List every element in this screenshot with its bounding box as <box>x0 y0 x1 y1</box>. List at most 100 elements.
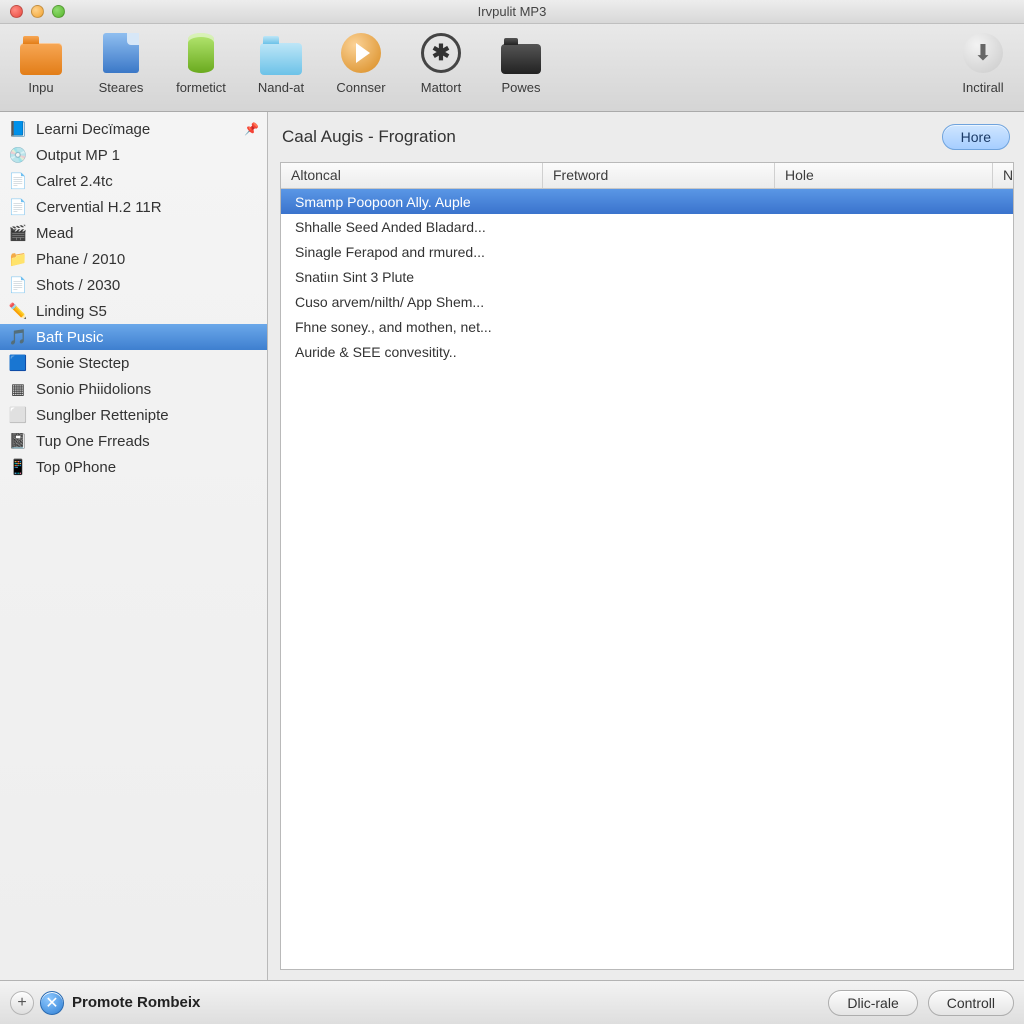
sidebar-icon: 📘 <box>8 120 28 138</box>
remove-button[interactable]: ✕ <box>40 991 64 1015</box>
sidebar-icon: 📄 <box>8 198 28 216</box>
window-title: Irvpulit MP3 <box>0 4 1024 19</box>
column-header[interactable]: Altoncal <box>281 163 543 188</box>
download-icon: ⬇ <box>960 30 1006 76</box>
column-header[interactable]: Fretword <box>543 163 775 188</box>
sidebar-item-label: Phane / 2010 <box>36 251 125 268</box>
sidebar-item-6[interactable]: 📄Shots / 2030 <box>0 272 267 298</box>
sidebar-icon: 🟦 <box>8 354 28 372</box>
toolbar-item-formetict[interactable]: formetict <box>166 30 236 95</box>
toolbar-label: Powes <box>501 80 540 95</box>
toolbar-item-steares[interactable]: Steares <box>86 30 156 95</box>
sidebar-icon: 🎵 <box>8 328 28 346</box>
promote-label: Promote Rombeix <box>72 994 200 1011</box>
sidebar-item-label: Linding S5 <box>36 303 107 320</box>
table-row[interactable]: Auride & SEE convesitity.. <box>281 339 1013 364</box>
sidebar-item-label: Sunglber Rettenipte <box>36 407 169 424</box>
toolbar-label: Nand-at <box>258 80 304 95</box>
sidebar-item-10[interactable]: ▦ Sonio Phiidolions <box>0 376 267 402</box>
page-title: Caal Augis - Frogration <box>282 127 456 147</box>
sidebar-item-9[interactable]: 🟦 Sonie Stectep <box>0 350 267 376</box>
sidebar-item-label: Top 0Phone <box>36 459 116 476</box>
column-header[interactable]: Hole <box>775 163 993 188</box>
bottombar: + ✕ Promote Rombeix Dlic-rale Controll <box>0 980 1024 1024</box>
sidebar-item-label: Output MP 1 <box>36 147 120 164</box>
play-icon <box>338 30 384 76</box>
column-header[interactable]: N <box>993 163 1013 188</box>
cell-altoncal: Fhne soney., and mothen, net... <box>281 319 543 335</box>
sidebar-item-label: Sonie Stectep <box>36 355 129 372</box>
folder-cyan-icon <box>258 30 304 76</box>
sidebar-item-label: Learni Decïmage <box>36 121 150 138</box>
sidebar-item-11[interactable]: ⬜ Sunglber Rettenipte <box>0 402 267 428</box>
cell-altoncal: Shhalle Seed Anded Bladard... <box>281 219 543 235</box>
sidebar-icon: ▦ <box>8 380 28 398</box>
sidebar-icon: ✏️ <box>8 302 28 320</box>
sidebar-item-label: Shots / 2030 <box>36 277 120 294</box>
cell-altoncal: Sinagle Ferapod and rmured... <box>281 244 543 260</box>
table-row[interactable]: Shhalle Seed Anded Bladard... <box>281 214 1013 239</box>
content: 📘 Learni Decïmage 📌 💿Output MP 1 📄 Calret 2.4… <box>0 112 1024 980</box>
main-header: Caal Augis - Frogration Hore <box>268 112 1024 162</box>
sidebar-icon: 📓 <box>8 432 28 450</box>
sidebar-item-label: Mead <box>36 225 74 242</box>
bolt-icon: ✱ <box>418 30 464 76</box>
folder-orange-icon <box>18 30 64 76</box>
hore-button[interactable]: Hore <box>942 124 1010 150</box>
sidebar-item-label: Sonio Phiidolions <box>36 381 151 398</box>
sidebar-icon: 🎬 <box>8 224 28 242</box>
controll-button[interactable]: Controll <box>928 990 1014 1016</box>
toolbar-item-mattort[interactable]: ✱ Mattort <box>406 30 476 95</box>
toolbar-label: Mattort <box>421 80 461 95</box>
pin-icon: 📌 <box>244 122 259 136</box>
table-row[interactable]: Smamp Poopoon Ally. Auple <box>281 189 1013 214</box>
cylinder-green-icon <box>178 30 224 76</box>
table: Altoncal Fretword Hole N Smamp Poopoon A… <box>280 162 1014 970</box>
table-row[interactable]: Sinagle Ferapod and rmured... <box>281 239 1013 264</box>
table-row[interactable]: Fhne soney., and mothen, net... <box>281 314 1013 339</box>
toolbar-label: formetict <box>176 80 226 95</box>
sidebar-item-4[interactable]: 🎬 Mead <box>0 220 267 246</box>
sidebar: 📘 Learni Decïmage 📌 💿Output MP 1 📄 Calret 2.4… <box>0 112 268 980</box>
sidebar-item-2[interactable]: 📄 Calret 2.4tc <box>0 168 267 194</box>
cell-altoncal: Smamp Poopoon Ally. Auple <box>281 194 543 210</box>
add-button[interactable]: + <box>10 991 34 1015</box>
table-row[interactable]: Snatiın Sint 3 Plute <box>281 264 1013 289</box>
cell-altoncal: Auride & SEE convesitity.. <box>281 344 543 360</box>
toolbar-item-nand-at[interactable]: Nand-at <box>246 30 316 95</box>
sidebar-item-3[interactable]: 📄 Cervential H.2 11R <box>0 194 267 220</box>
toolbar-label: Inctirall <box>962 80 1003 95</box>
sidebar-item-1[interactable]: 💿Output MP 1 <box>0 142 267 168</box>
sidebar-item-label: Tup One Frreads <box>36 433 150 450</box>
table-header: Altoncal Fretword Hole N <box>281 163 1013 189</box>
sidebar-item-label: Cervential H.2 11R <box>36 199 162 216</box>
cell-altoncal: Snatiın Sint 3 Plute <box>281 269 543 285</box>
sidebar-item-5[interactable]: 📁 Phane / 2010 <box>0 246 267 272</box>
toolbar-item-connser[interactable]: Connser <box>326 30 396 95</box>
doc-blue-icon <box>98 30 144 76</box>
toolbar: Inpu Steares formetict Nand-at Connser ✱ Matto… <box>0 24 1024 112</box>
table-row[interactable]: Cuso arvem/nilth/ App Shem... <box>281 289 1013 314</box>
table-body: Smamp Poopoon Ally. Auple Shhalle Seed An… <box>281 189 1013 969</box>
toolbar-label: Connser <box>336 80 385 95</box>
sidebar-item-12[interactable]: 📓 Tup One Frreads <box>0 428 267 454</box>
sidebar-item-13[interactable]: 📱 Top 0Phone <box>0 454 267 480</box>
toolbar-item-inctirall[interactable]: ⬇ Inctirall <box>948 30 1018 95</box>
dlic-rale-button[interactable]: Dlic-rale <box>828 990 917 1016</box>
folder-dark-icon <box>498 30 544 76</box>
sidebar-item-label: Calret 2.4tc <box>36 173 113 190</box>
toolbar-item-powes[interactable]: Powes <box>486 30 556 95</box>
sidebar-item-0[interactable]: 📘 Learni Decïmage 📌 <box>0 116 267 142</box>
toolbar-label: Steares <box>99 80 144 95</box>
sidebar-item-7[interactable]: ✏️ Linding S5 <box>0 298 267 324</box>
sidebar-icon: 📄 <box>8 172 28 190</box>
sidebar-icon: 📁 <box>8 250 28 268</box>
toolbar-item-inpu[interactable]: Inpu <box>6 30 76 95</box>
sidebar-icon: ⬜ <box>8 406 28 424</box>
cell-altoncal: Cuso arvem/nilth/ App Shem... <box>281 294 543 310</box>
sidebar-item-label: Baft Pusic <box>36 329 104 346</box>
sidebar-item-8[interactable]: 🎵 Baft Pusic <box>0 324 267 350</box>
titlebar: Irvpulit MP3 <box>0 0 1024 24</box>
sidebar-icon: 📱 <box>8 458 28 476</box>
toolbar-label: Inpu <box>28 80 53 95</box>
